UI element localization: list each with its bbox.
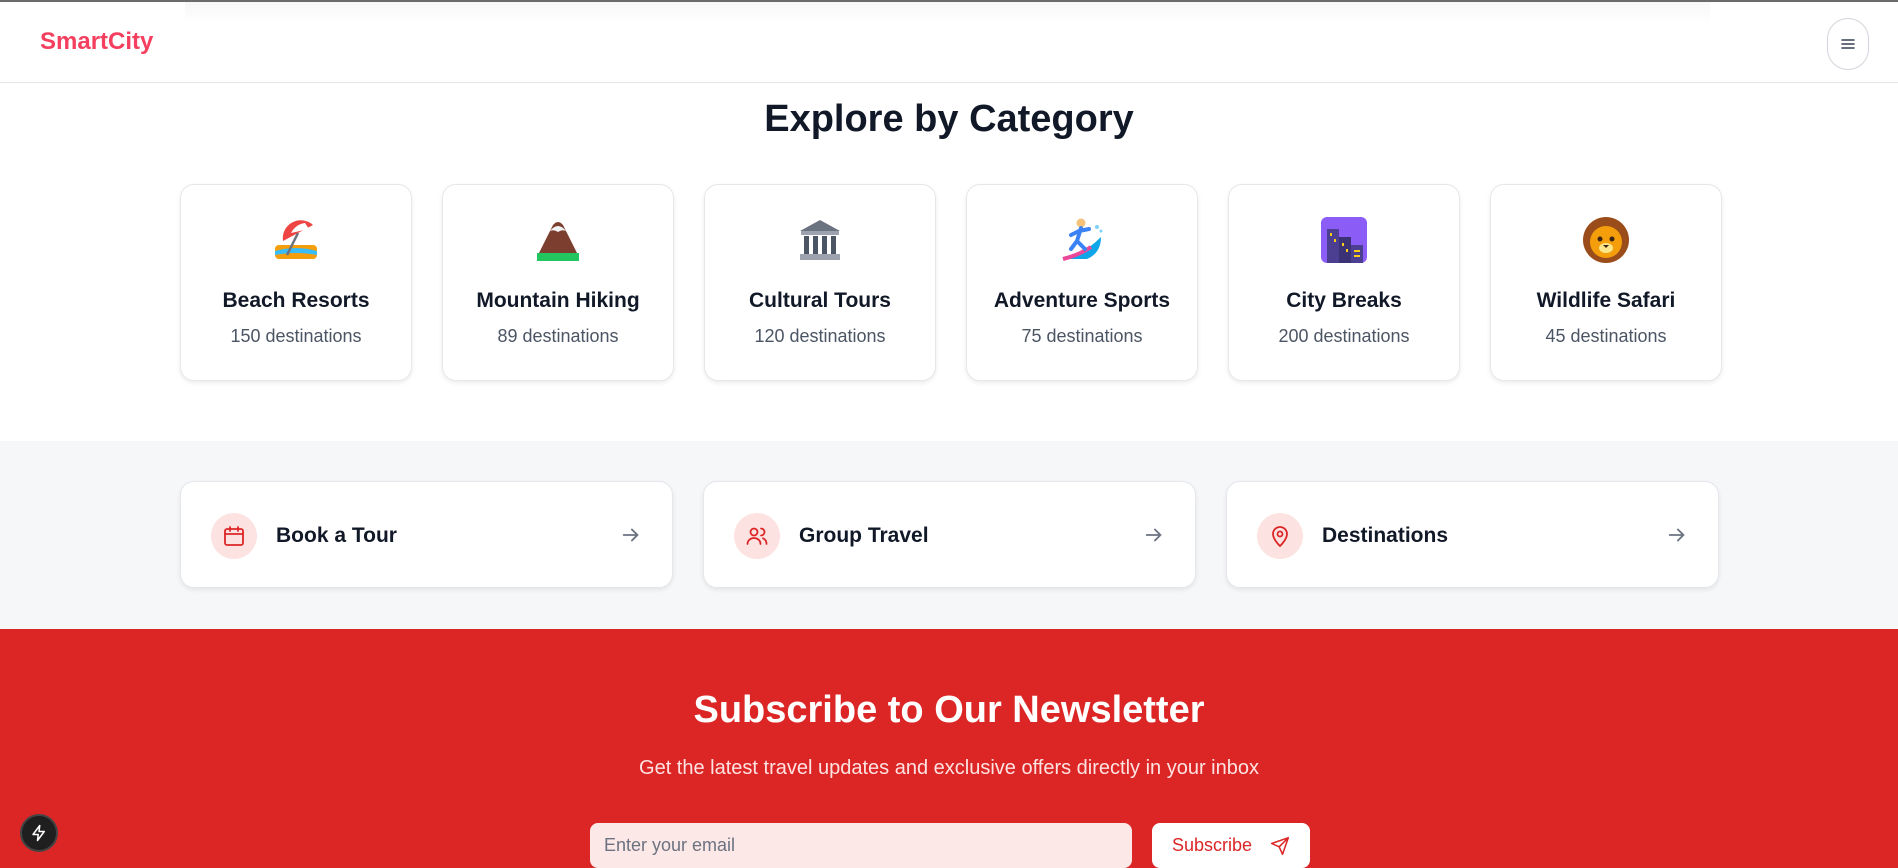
category-card-beach-resorts[interactable]: Beach Resorts 150 destinations (180, 184, 412, 381)
header-shadow (185, 2, 1710, 24)
category-count: 200 destinations (1278, 326, 1410, 346)
night-city-icon (1229, 215, 1459, 265)
category-count: 89 destinations (497, 326, 619, 346)
newsletter-section: Subscribe to Our Newsletter Get the late… (0, 629, 1898, 868)
subscribe-label: Subscribe (1171, 835, 1253, 855)
newsletter-title: Subscribe to Our Newsletter (693, 689, 1205, 731)
category-count: 75 destinations (1021, 326, 1143, 346)
category-name: Mountain Hiking (476, 289, 640, 312)
quick-link-label: Destinations (1322, 524, 1449, 547)
mountain-icon (443, 215, 673, 265)
newsletter-subtitle: Get the latest travel updates and exclus… (639, 757, 1259, 779)
category-name: Cultural Tours (749, 289, 891, 312)
category-name: City Breaks (1286, 289, 1402, 312)
category-card-city-breaks[interactable]: City Breaks 200 destinations (1228, 184, 1460, 381)
quick-link-label: Book a Tour (276, 524, 397, 547)
arrow-right-icon (1145, 528, 1162, 542)
classical-building-icon (705, 215, 935, 265)
category-count: 150 destinations (230, 326, 362, 346)
category-name: Wildlife Safari (1536, 289, 1676, 312)
category-count: 45 destinations (1545, 326, 1667, 346)
calendar-icon (211, 513, 257, 559)
category-name: Adventure Sports (993, 289, 1171, 312)
email-input[interactable] (590, 823, 1132, 868)
quick-link-book-tour[interactable]: Book a Tour (180, 481, 673, 588)
menu-button[interactable] (1827, 18, 1869, 70)
category-card-mountain-hiking[interactable]: Mountain Hiking 89 destinations (442, 184, 674, 381)
quick-link-group-travel[interactable]: Group Travel (703, 481, 1196, 588)
subscribe-button[interactable]: Subscribe (1152, 823, 1310, 868)
category-card-wildlife-safari[interactable]: Wildlife Safari 45 destinations (1490, 184, 1722, 381)
category-section-title: Explore by Category (764, 98, 1134, 140)
category-card-adventure-sports[interactable]: Adventure Sports 75 destinations (966, 184, 1198, 381)
category-name: Beach Resorts (222, 289, 370, 312)
lightning-bolt-icon (32, 824, 45, 842)
quick-links-section: Book a Tour Group Travel Destinations (0, 441, 1898, 629)
quick-link-label: Group Travel (799, 524, 929, 547)
surfer-icon (967, 215, 1197, 265)
map-pin-icon (1257, 513, 1303, 559)
beach-umbrella-icon (181, 215, 411, 265)
hamburger-menu-icon (1841, 39, 1855, 49)
users-icon (734, 513, 780, 559)
category-card-cultural-tours[interactable]: Cultural Tours 120 destinations (704, 184, 936, 381)
arrow-right-icon (622, 528, 639, 542)
dev-tools-button[interactable] (20, 814, 58, 852)
arrow-right-icon (1668, 528, 1685, 542)
send-icon (1270, 836, 1290, 855)
site-header: SmartCity (0, 2, 1898, 83)
lion-face-icon (1491, 215, 1721, 265)
category-count: 120 destinations (754, 326, 886, 346)
brand-logo[interactable]: SmartCity (40, 28, 153, 56)
quick-link-destinations[interactable]: Destinations (1226, 481, 1719, 588)
